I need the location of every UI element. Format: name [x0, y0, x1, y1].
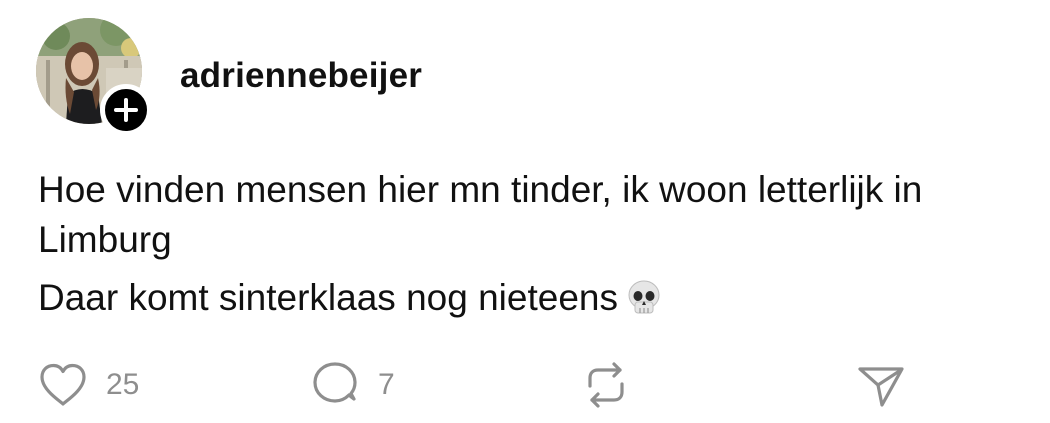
reply-count: 7 [378, 368, 395, 401]
plus-icon [114, 98, 138, 122]
post-text-line-2: Daar komt sinterklaas nog nieteens [38, 273, 1028, 331]
reply-button[interactable]: 7 [310, 360, 395, 410]
follow-button[interactable] [100, 84, 152, 136]
like-button[interactable]: 25 [38, 360, 139, 410]
skull-emoji [624, 278, 664, 331]
post-text-line-1: Hoe vinden mensen hier mn tinder, ik woo… [38, 169, 923, 260]
post-text-line-2-text: Daar komt sinterklaas nog nieteens [38, 277, 618, 318]
post-body: Hoe vinden mensen hier mn tinder, ik woo… [38, 165, 1028, 331]
repost-button[interactable] [580, 360, 632, 410]
heart-icon [40, 363, 86, 406]
like-count: 25 [106, 368, 140, 401]
repost-icon [588, 362, 624, 408]
comment-bubble-icon [313, 362, 357, 403]
username[interactable]: adriennebeijer [180, 56, 422, 96]
share-button[interactable] [856, 360, 906, 410]
avatar-container [36, 18, 152, 136]
thread-post: adriennebeijer Hoe vinden mensen hier mn… [0, 0, 1050, 423]
action-bar: 25 7 [0, 360, 1050, 410]
send-icon [858, 367, 904, 407]
